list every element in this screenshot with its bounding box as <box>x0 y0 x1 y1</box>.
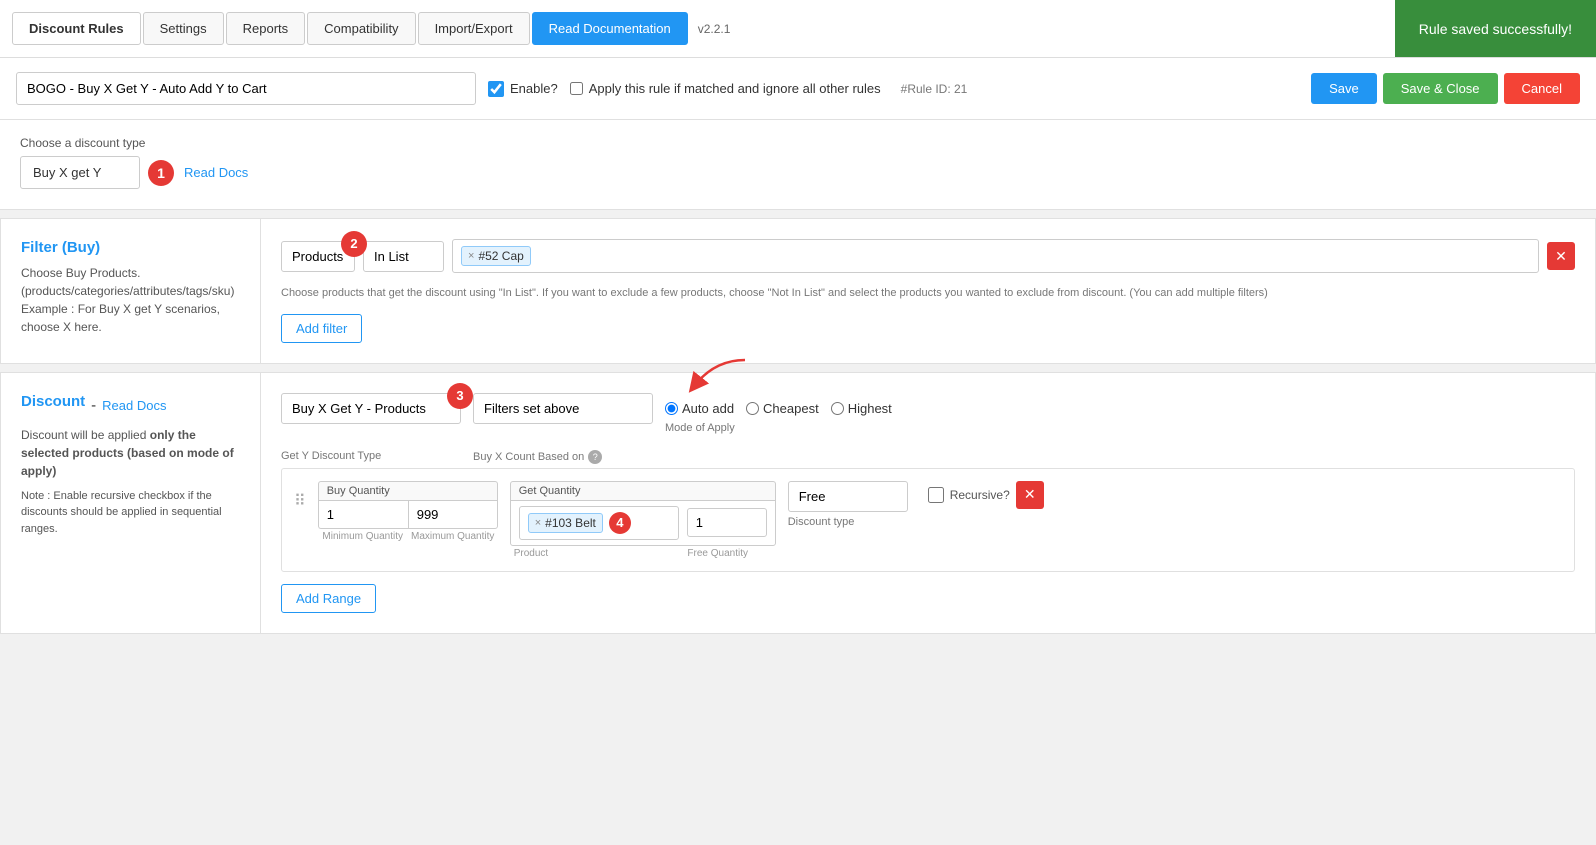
recursive-checkbox[interactable] <box>928 487 944 503</box>
max-quantity-label: Maximum Quantity <box>408 529 498 542</box>
recursive-label: Recursive? <box>950 488 1010 502</box>
nav-tab-settings[interactable]: Settings <box>143 12 224 45</box>
discount-type-dropdown[interactable]: Free <box>788 481 908 512</box>
discount-type-sublabel: Discount type <box>788 516 908 528</box>
recursive-group: Recursive? ✕ <box>928 481 1044 509</box>
mode-auto-add-radio[interactable] <box>665 402 678 415</box>
tag-x-cap[interactable]: × <box>468 250 474 262</box>
discount-type-section: Choose a discount type Buy X get Y 1 Rea… <box>0 120 1596 210</box>
remove-range-btn[interactable]: ✕ <box>1016 481 1044 509</box>
discount-section: Discount - Read Docs Discount will be ap… <box>0 372 1596 634</box>
mode-of-apply-label: Mode of Apply <box>665 422 892 434</box>
filter-buy-section: Filter (Buy) Choose Buy Products. (produ… <box>0 218 1596 364</box>
filter-buy-row: Products 2 In List Not In List × #52 Cap… <box>281 239 1575 273</box>
version-badge: v2.2.1 <box>698 22 731 36</box>
nav-tab-read-documentation[interactable]: Read Documentation <box>532 12 688 45</box>
apply-rule-label: Apply this rule if matched and ignore al… <box>589 81 881 96</box>
get-quantity-group: Get Quantity × #103 Belt 4 Product <box>510 481 776 559</box>
filter-condition-select[interactable]: In List Not In List <box>363 241 444 272</box>
mode-cheapest-radio[interactable] <box>746 402 759 415</box>
arrow-indicator <box>685 355 765 395</box>
step-2-circle: 2 <box>341 231 367 257</box>
rule-name-input[interactable] <box>16 72 476 105</box>
get-y-type-sublabel: Get Y Discount Type <box>281 450 461 464</box>
nav-tab-reports[interactable]: Reports <box>226 12 306 45</box>
top-nav: Discount Rules Settings Reports Compatib… <box>0 0 1596 58</box>
discount-right: Buy X Get Y - Products 3 Filters set abo… <box>261 373 1595 633</box>
filter-buy-desc: Choose Buy Products. (products/categorie… <box>21 264 240 336</box>
nav-tab-import-export[interactable]: Import/Export <box>418 12 530 45</box>
enable-group: Enable? <box>488 81 558 97</box>
filter-buy-right: Products 2 In List Not In List × #52 Cap… <box>261 219 1595 363</box>
buy-quantity-group: Buy Quantity Minimum Quantity Maximum Qu… <box>318 481 498 542</box>
header-actions: Save Save & Close Cancel <box>1311 73 1580 104</box>
discount-read-docs[interactable]: Read Docs <box>102 398 166 413</box>
cancel-button[interactable]: Cancel <box>1504 73 1580 104</box>
mode-auto-add-label[interactable]: Auto add <box>665 401 734 416</box>
min-quantity-input[interactable] <box>318 500 408 529</box>
tag-item-cap: × #52 Cap <box>461 246 531 266</box>
step-4-circle: 4 <box>609 512 631 534</box>
save-close-button[interactable]: Save & Close <box>1383 73 1498 104</box>
add-filter-button[interactable]: Add filter <box>281 314 362 343</box>
info-icon: ? <box>588 450 602 464</box>
save-button[interactable]: Save <box>1311 73 1377 104</box>
apply-rule-checkbox[interactable] <box>570 82 583 95</box>
discount-left: Discount - Read Docs Discount will be ap… <box>1 373 261 633</box>
filter-buy-left: Filter (Buy) Choose Buy Products. (produ… <box>1 219 261 363</box>
discount-note: Note : Enable recursive checkbox if the … <box>21 488 240 538</box>
discount-type-group: Free Discount type <box>788 481 908 528</box>
discount-type-label: Choose a discount type <box>20 136 1576 150</box>
nav-tab-discount-rules[interactable]: Discount Rules <box>12 12 141 45</box>
min-quantity-label: Minimum Quantity <box>318 529 408 542</box>
max-quantity-input[interactable] <box>408 500 498 529</box>
range-container: ⠿ Buy Quantity Minimum Quantity Maximum … <box>281 468 1575 572</box>
drag-handle[interactable]: ⠿ <box>294 491 306 511</box>
buy-x-count-sublabel: Buy X Count Based on ? <box>473 450 653 464</box>
get-y-type-select[interactable]: Buy X Get Y - Products <box>281 393 461 424</box>
add-range-button[interactable]: Add Range <box>281 584 376 613</box>
free-qty-label: Free Quantity <box>678 546 758 559</box>
mode-highest-radio[interactable] <box>831 402 844 415</box>
mode-of-apply-group: Auto add Cheapest Highest <box>665 401 892 416</box>
product-tag-input[interactable]: × #103 Belt 4 <box>519 506 679 540</box>
discount-title: Discount <box>21 393 85 410</box>
apply-rule-group: Apply this rule if matched and ignore al… <box>570 81 881 96</box>
mode-highest-label[interactable]: Highest <box>831 401 892 416</box>
discount-type-value: Buy X get Y <box>20 156 140 189</box>
discount-desc: Discount will be applied only the select… <box>21 426 240 480</box>
tag-input-box[interactable]: × #52 Cap <box>452 239 1539 273</box>
rule-id: #Rule ID: 21 <box>901 82 968 96</box>
nav-tab-compatibility[interactable]: Compatibility <box>307 12 415 45</box>
step-3-circle: 3 <box>447 383 473 409</box>
saved-banner: Rule saved successfully! <box>1395 0 1596 57</box>
filter-note: Choose products that get the discount us… <box>281 285 1575 302</box>
read-docs-link-discount-type[interactable]: Read Docs <box>184 165 248 180</box>
remove-filter-btn[interactable]: ✕ <box>1547 242 1575 270</box>
enable-label: Enable? <box>510 81 558 96</box>
step-1-circle: 1 <box>148 160 174 186</box>
product-tag-item: × #103 Belt <box>528 513 603 533</box>
enable-checkbox[interactable] <box>488 81 504 97</box>
product-tag-x[interactable]: × <box>535 517 541 529</box>
product-label: Product <box>510 546 670 559</box>
free-quantity-input[interactable] <box>687 508 767 537</box>
rule-header: Enable? Apply this rule if matched and i… <box>0 58 1596 120</box>
buy-x-based-select[interactable]: Filters set above <box>473 393 653 424</box>
mode-cheapest-label[interactable]: Cheapest <box>746 401 819 416</box>
filter-buy-title: Filter (Buy) <box>21 239 240 256</box>
